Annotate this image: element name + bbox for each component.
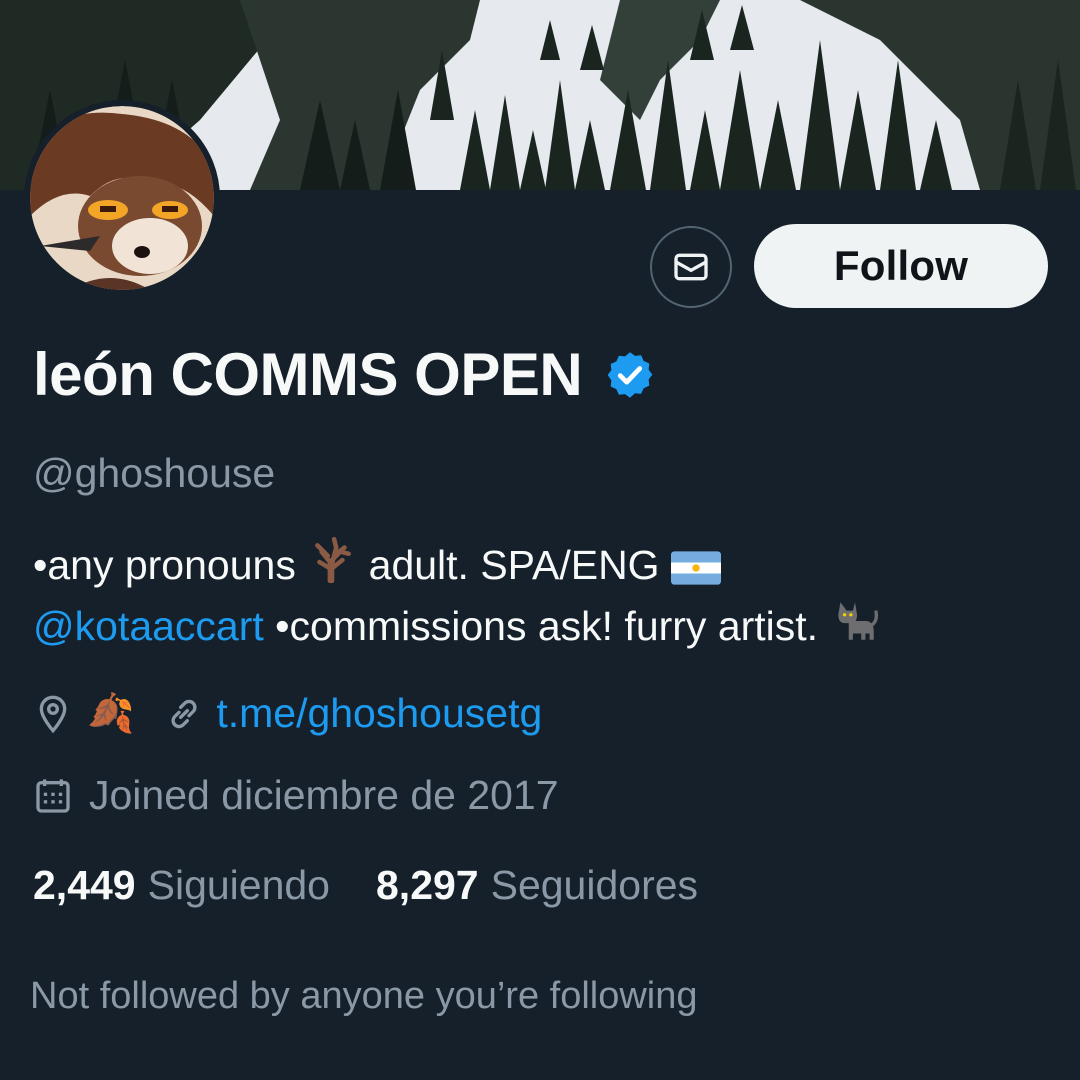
user-handle: @ghoshouse bbox=[33, 450, 276, 496]
link-icon bbox=[171, 699, 197, 728]
bio-text: •commissions ask! furry artist. bbox=[275, 603, 819, 649]
joined-date: Joined diciembre de 2017 bbox=[89, 772, 559, 818]
followers-you-know-notice: Not followed by anyone you’re following bbox=[30, 975, 698, 1017]
following-stat[interactable]: 2,449 Siguiendo bbox=[33, 862, 330, 909]
bio-text: adult. SPA/ENG bbox=[368, 542, 660, 588]
bio-line-1: •any pronouns adult. SPA/ENG bbox=[33, 535, 1053, 596]
envelope-icon bbox=[674, 253, 708, 281]
followers-stat[interactable]: 8,297 Seguidores bbox=[376, 862, 698, 909]
location-emoji: 🍂 bbox=[87, 692, 135, 735]
profile-meta-joined: Joined diciembre de 2017 bbox=[33, 772, 559, 819]
black-cat-emoji-icon bbox=[838, 602, 879, 640]
verified-badge-icon[interactable] bbox=[604, 349, 656, 401]
avatar[interactable] bbox=[24, 100, 220, 296]
bio-line-2: @kotaaccart •commissions ask! furry arti… bbox=[33, 596, 1053, 657]
avatar-image bbox=[30, 106, 214, 290]
bare-tree-emoji-icon bbox=[315, 536, 352, 584]
location-pin-icon bbox=[39, 695, 67, 733]
bio: •any pronouns adult. SPA/ENG @kotaaccart… bbox=[33, 535, 1053, 657]
following-count: 2,449 bbox=[33, 862, 136, 908]
website-link[interactable]: t.me/ghoshousetg bbox=[216, 690, 542, 737]
bio-text: •any pronouns bbox=[33, 542, 296, 588]
follow-stats: 2,449 Siguiendo 8,297 Seguidores bbox=[33, 862, 698, 909]
profile-meta-location-link: 🍂 t.me/ghoshousetg bbox=[33, 690, 542, 737]
followers-label: Seguidores bbox=[490, 862, 699, 908]
follow-button[interactable]: Follow bbox=[754, 224, 1048, 308]
followers-count: 8,297 bbox=[376, 862, 479, 908]
message-button[interactable] bbox=[650, 226, 732, 308]
following-label: Siguiendo bbox=[147, 862, 330, 908]
bio-mention-link[interactable]: @kotaaccart bbox=[33, 603, 264, 649]
name-row: león COMMS OPEN bbox=[33, 340, 656, 409]
calendar-icon bbox=[36, 778, 70, 813]
argentina-flag-icon bbox=[670, 551, 721, 585]
display-name: león COMMS OPEN bbox=[33, 341, 583, 408]
